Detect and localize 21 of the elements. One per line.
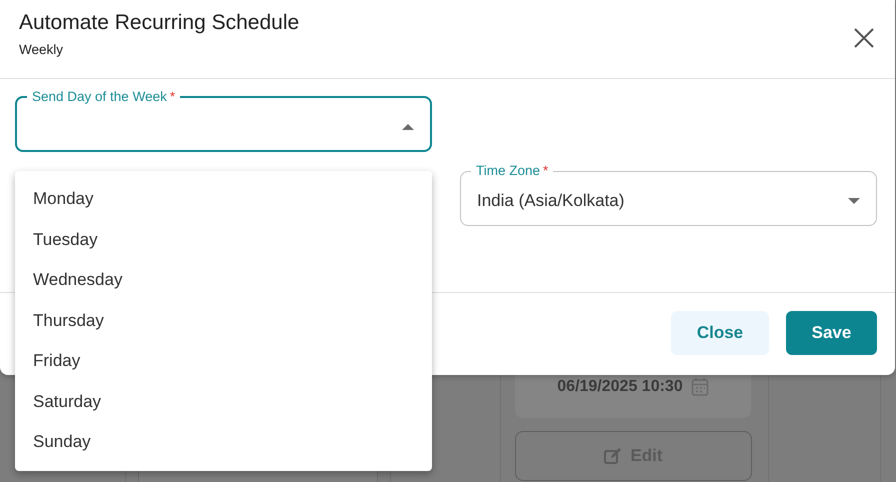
select-field[interactable]: Time Zone * India (Asia/Kolkata) [460, 163, 877, 226]
edit-icon [604, 448, 622, 464]
close-icon[interactable] [854, 28, 874, 48]
menu-option[interactable]: Saturday [15, 382, 432, 422]
menu-option[interactable]: Sunday [15, 422, 432, 462]
dialog-title: Automate Recurring Schedule [19, 10, 300, 36]
menu-option[interactable]: Wednesday [15, 260, 432, 300]
save-button[interactable]: Save [786, 311, 877, 355]
menu-option[interactable]: Thursday [15, 300, 432, 341]
close-button[interactable]: Close [671, 311, 769, 355]
calendar-icon [690, 377, 709, 397]
caret-down-icon[interactable] [848, 198, 860, 204]
field-label: Send Day of the Week * [31, 89, 176, 105]
menu-option[interactable]: Friday [15, 341, 432, 382]
menu-option[interactable]: Tuesday [15, 220, 432, 260]
field-value: India (Asia/Kolkata) [477, 191, 626, 211]
caret-up-icon[interactable] [402, 124, 414, 130]
select-field[interactable]: Send Day of the Week * [15, 89, 432, 152]
menu-option[interactable]: Monday [15, 179, 432, 220]
dialog-subtitle: Weekly [19, 42, 64, 57]
field-label: Time Zone * [475, 163, 550, 179]
